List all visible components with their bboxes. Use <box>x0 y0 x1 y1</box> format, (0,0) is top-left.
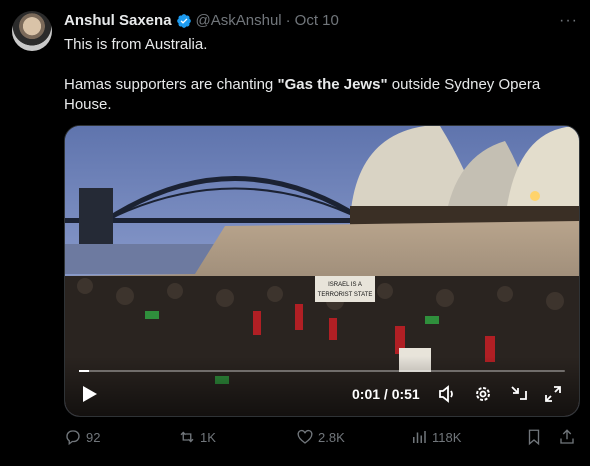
separator-dot: · <box>285 12 291 29</box>
volume-icon[interactable] <box>437 384 457 404</box>
minimize-icon[interactable] <box>509 384 529 404</box>
video-progress-fill <box>79 370 89 372</box>
tweet-text-bold: "Gas the Jews" <box>277 76 388 93</box>
protest-banner-2: TERRORIST STATE <box>318 292 373 298</box>
settings-icon[interactable] <box>473 384 493 404</box>
avatar[interactable] <box>12 11 52 51</box>
repost-icon <box>180 431 194 443</box>
heart-icon <box>297 429 313 444</box>
tweet-actions: 92 1K 2.8K 118K <box>64 427 578 447</box>
repost-count: 1K <box>200 429 216 445</box>
views-button[interactable]: 118K <box>410 428 461 446</box>
protest-banner: ISRAEL IS A <box>328 282 362 288</box>
video-time: 0:01 / 0:51 <box>352 386 420 402</box>
views-count: 118K <box>432 429 462 445</box>
tweet-text-line2: Hamas supporters are chanting "Gas the J… <box>64 75 569 115</box>
verified-badge-icon <box>176 13 192 29</box>
like-count: 2.8K <box>318 429 345 445</box>
author-name[interactable]: Anshul Saxena <box>64 11 172 31</box>
bookmark-icon[interactable] <box>525 428 543 446</box>
video-player[interactable]: ISRAEL IS A TERRORIST STATE 0:01 / 0:51 <box>64 125 580 417</box>
tweet-header: Anshul Saxena @AskAnshul · Oct 10 ··· <box>64 11 578 31</box>
tweet-date[interactable]: Oct 10 <box>295 11 339 31</box>
views-chart-icon <box>413 431 426 443</box>
more-options-icon[interactable]: ··· <box>559 11 578 31</box>
share-icon[interactable] <box>558 428 576 446</box>
repost-button[interactable]: 1K <box>178 428 216 446</box>
like-button[interactable]: 2.8K <box>296 428 345 446</box>
video-progress-bar[interactable] <box>79 370 565 372</box>
reply-button[interactable]: 92 <box>64 428 100 446</box>
tweet-text: This is from Australia. Hamas supporters… <box>64 35 569 115</box>
tweet-text-prefix: Hamas supporters are chanting <box>64 76 278 93</box>
play-icon[interactable] <box>79 384 99 404</box>
tweet-text-line1: This is from Australia. <box>64 36 208 53</box>
reply-icon <box>66 430 80 446</box>
video-controls: 0:01 / 0:51 <box>65 356 579 416</box>
reply-count: 92 <box>86 429 101 445</box>
fullscreen-icon[interactable] <box>543 384 563 404</box>
author-handle[interactable]: @AskAnshul <box>196 11 282 31</box>
